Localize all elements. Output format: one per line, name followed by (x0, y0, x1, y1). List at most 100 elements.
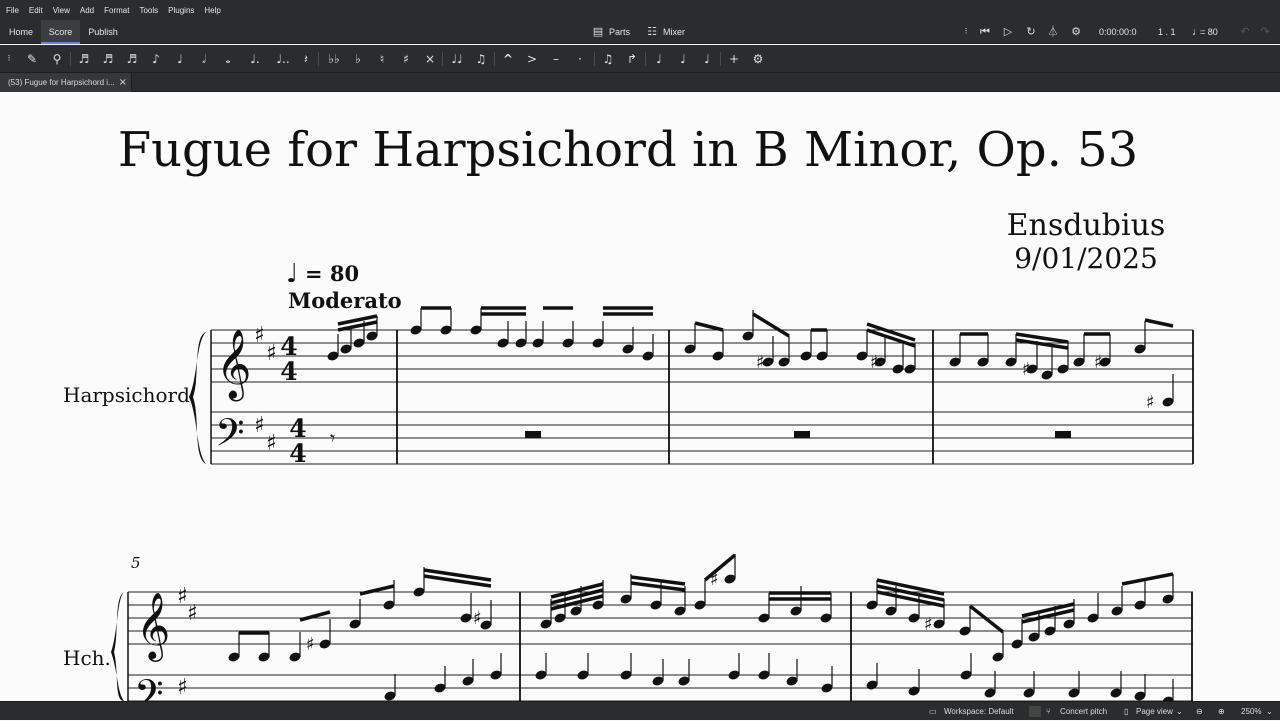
play-icon[interactable]: ▷ (1001, 20, 1015, 44)
accent-icon[interactable]: > (523, 45, 541, 73)
parts-button[interactable]: Parts (609, 20, 630, 44)
document-tab-label: (53) Fugue for Harpsichord i... (8, 78, 115, 87)
drag-handle-icon[interactable]: ⁝ (959, 20, 973, 44)
note-beam (299, 610, 331, 622)
view-mode-dropdown[interactable]: Page view (1136, 702, 1173, 721)
menu-edit[interactable]: Edit (29, 6, 43, 15)
score-page[interactable]: Fugue for Harpsichord in B Minor, Op. 53… (0, 92, 1280, 701)
slur-icon[interactable]: ♫ (472, 45, 490, 73)
menu-add[interactable]: Add (80, 6, 94, 15)
rewind-icon[interactable]: ⏮ (978, 20, 992, 44)
menu-plugins[interactable]: Plugins (168, 6, 194, 15)
document-tab[interactable]: (53) Fugue for Harpsichord i... × (0, 73, 132, 92)
marcato-icon[interactable]: ^ (499, 45, 517, 73)
menu-view[interactable]: View (53, 6, 70, 15)
measure-number: 5 (131, 554, 141, 572)
system-2-bass-clef-icon: 𝄢 (134, 671, 164, 701)
add-icon[interactable]: + (725, 45, 743, 73)
sharp-accidental-icon: ♯ (924, 614, 933, 635)
system-1-bass-staff (211, 411, 1193, 465)
sixteenth-note-icon[interactable]: ♬ (123, 45, 141, 73)
voice-2-icon[interactable]: ♩ (674, 45, 692, 73)
voice-1-icon[interactable]: ♩ (650, 45, 668, 73)
zoom-out-icon[interactable]: ⊖ (1196, 702, 1203, 721)
system-2-brace (111, 592, 124, 701)
rest-icon[interactable]: 𝄽 (297, 45, 315, 73)
note-beam (968, 604, 1005, 634)
score-title: Fugue for Harpsichord in B Minor, Op. 53 (118, 122, 1138, 178)
system-2-notes: ♯ ♯ ♯ ♯ (228, 553, 1174, 701)
tempo-note-icon: ♩ (286, 259, 298, 289)
tab-score[interactable]: Score (41, 20, 80, 44)
zoom-dropdown-icon[interactable]: ⌄ (1266, 702, 1273, 721)
bass-clef-icon: 𝄢 (215, 410, 245, 464)
half-note-icon[interactable]: 𝅗𝅥 (195, 45, 213, 73)
quarter-note-input-icon[interactable]: ♩ (171, 45, 189, 73)
mixer-icon[interactable]: ☷ (645, 20, 659, 44)
sixty-fourth-note-icon[interactable]: ♬ (75, 45, 93, 73)
key-signature-sharp-1: ♯ (254, 323, 265, 348)
concert-pitch-label[interactable]: Concert pitch (1060, 702, 1107, 721)
system-2-key-sharp-2: ♯ (187, 601, 198, 626)
loop-icon[interactable]: ↻ (1024, 20, 1038, 44)
tab-home[interactable]: Home (2, 20, 40, 44)
eighth-rest-icon: 𝄾 (330, 426, 335, 450)
augmentation-dot-icon[interactable]: ♩. (246, 45, 264, 73)
date-text: 9/01/2025 (1014, 242, 1158, 275)
workspace-selector[interactable]: Workspace: Default (944, 702, 1014, 721)
metronome-icon[interactable]: ⏃ (1046, 20, 1060, 44)
zoom-level[interactable]: 250% (1241, 702, 1261, 721)
undo-icon[interactable]: ↶ (1238, 20, 1252, 44)
sharp-icon[interactable]: ♯ (397, 45, 415, 73)
menu-file[interactable]: File (6, 6, 19, 15)
instrument-short-name: Hch. (63, 646, 111, 670)
tempo-text: Moderato (288, 288, 402, 313)
eighth-note-icon[interactable]: ♪ (147, 45, 165, 73)
key-signature-sharp-4: ♯ (266, 431, 277, 456)
flip-direction-icon[interactable]: ↱ (623, 45, 641, 73)
zoom-in-icon[interactable]: ⊕ (1218, 702, 1225, 721)
tuning-fork-icon: ⑂ (1046, 707, 1051, 716)
chevron-down-icon[interactable]: ⌄ (1176, 702, 1183, 721)
double-dot-icon[interactable]: ♩.. (274, 45, 292, 73)
concert-pitch-toggle[interactable] (1029, 706, 1041, 717)
close-icon[interactable]: × (119, 73, 127, 92)
tenuto-icon[interactable]: – (547, 45, 565, 73)
instrument-name: Harpsichord (63, 383, 190, 407)
sharp-accidental-icon: ♯ (756, 352, 765, 373)
tempo-marking-number: = 80 (305, 261, 359, 286)
pen-icon[interactable]: ✎ (23, 45, 41, 73)
time-signature-treble-bottom: 4 (280, 357, 297, 386)
playback-settings-icon[interactable]: ⚙ (1069, 20, 1083, 44)
note-input-toolbar: ⁝ ✎ ⚲ ♬ ♬ ♬ ♪ ♩ 𝅗𝅥 𝅝 ♩. ♩.. 𝄽 ♭♭ ♭ ♮ ♯ ×… (0, 45, 1280, 73)
parts-icon[interactable]: ▤ (591, 20, 605, 44)
system-2-treble-clef-icon: 𝄞 (136, 591, 170, 662)
tuplet-icon[interactable]: ♫ (599, 45, 617, 73)
mixer-button[interactable]: Mixer (663, 20, 685, 44)
whole-rest-m3 (794, 431, 810, 438)
sharp-accidental-icon: ♯ (1022, 359, 1031, 380)
menu-tools[interactable]: Tools (139, 6, 158, 15)
staccato-icon[interactable]: · (571, 45, 589, 73)
menu-help[interactable]: Help (204, 6, 220, 15)
voice-3-icon[interactable]: ♩ (698, 45, 716, 73)
double-sharp-icon[interactable]: × (421, 45, 439, 73)
workspace-icon[interactable]: ▭ (929, 702, 937, 721)
flat-icon[interactable]: ♭ (349, 45, 367, 73)
redo-icon[interactable]: ↷ (1258, 20, 1272, 44)
time-display: 0:00:00:0 (1099, 27, 1137, 37)
note-beam (1021, 608, 1075, 624)
tab-publish[interactable]: Publish (82, 20, 124, 44)
system-1-barlines (210, 330, 1194, 464)
double-flat-icon[interactable]: ♭♭ (325, 45, 343, 73)
pin-icon[interactable]: ⚲ (48, 45, 66, 73)
menu-format[interactable]: Format (104, 6, 129, 15)
natural-icon[interactable]: ♮ (373, 45, 391, 73)
toolbar-handle-icon[interactable]: ⁝ (0, 45, 18, 73)
tie-icon[interactable]: ♩♩ (448, 45, 466, 73)
toolbar-settings-icon[interactable]: ⚙ (749, 45, 767, 73)
treble-clef-icon: 𝄞 (216, 329, 251, 401)
system-2-key-sharp-3: ♯ (177, 675, 188, 700)
whole-note-icon[interactable]: 𝅝 (219, 45, 237, 73)
thirty-second-note-icon[interactable]: ♬ (99, 45, 117, 73)
